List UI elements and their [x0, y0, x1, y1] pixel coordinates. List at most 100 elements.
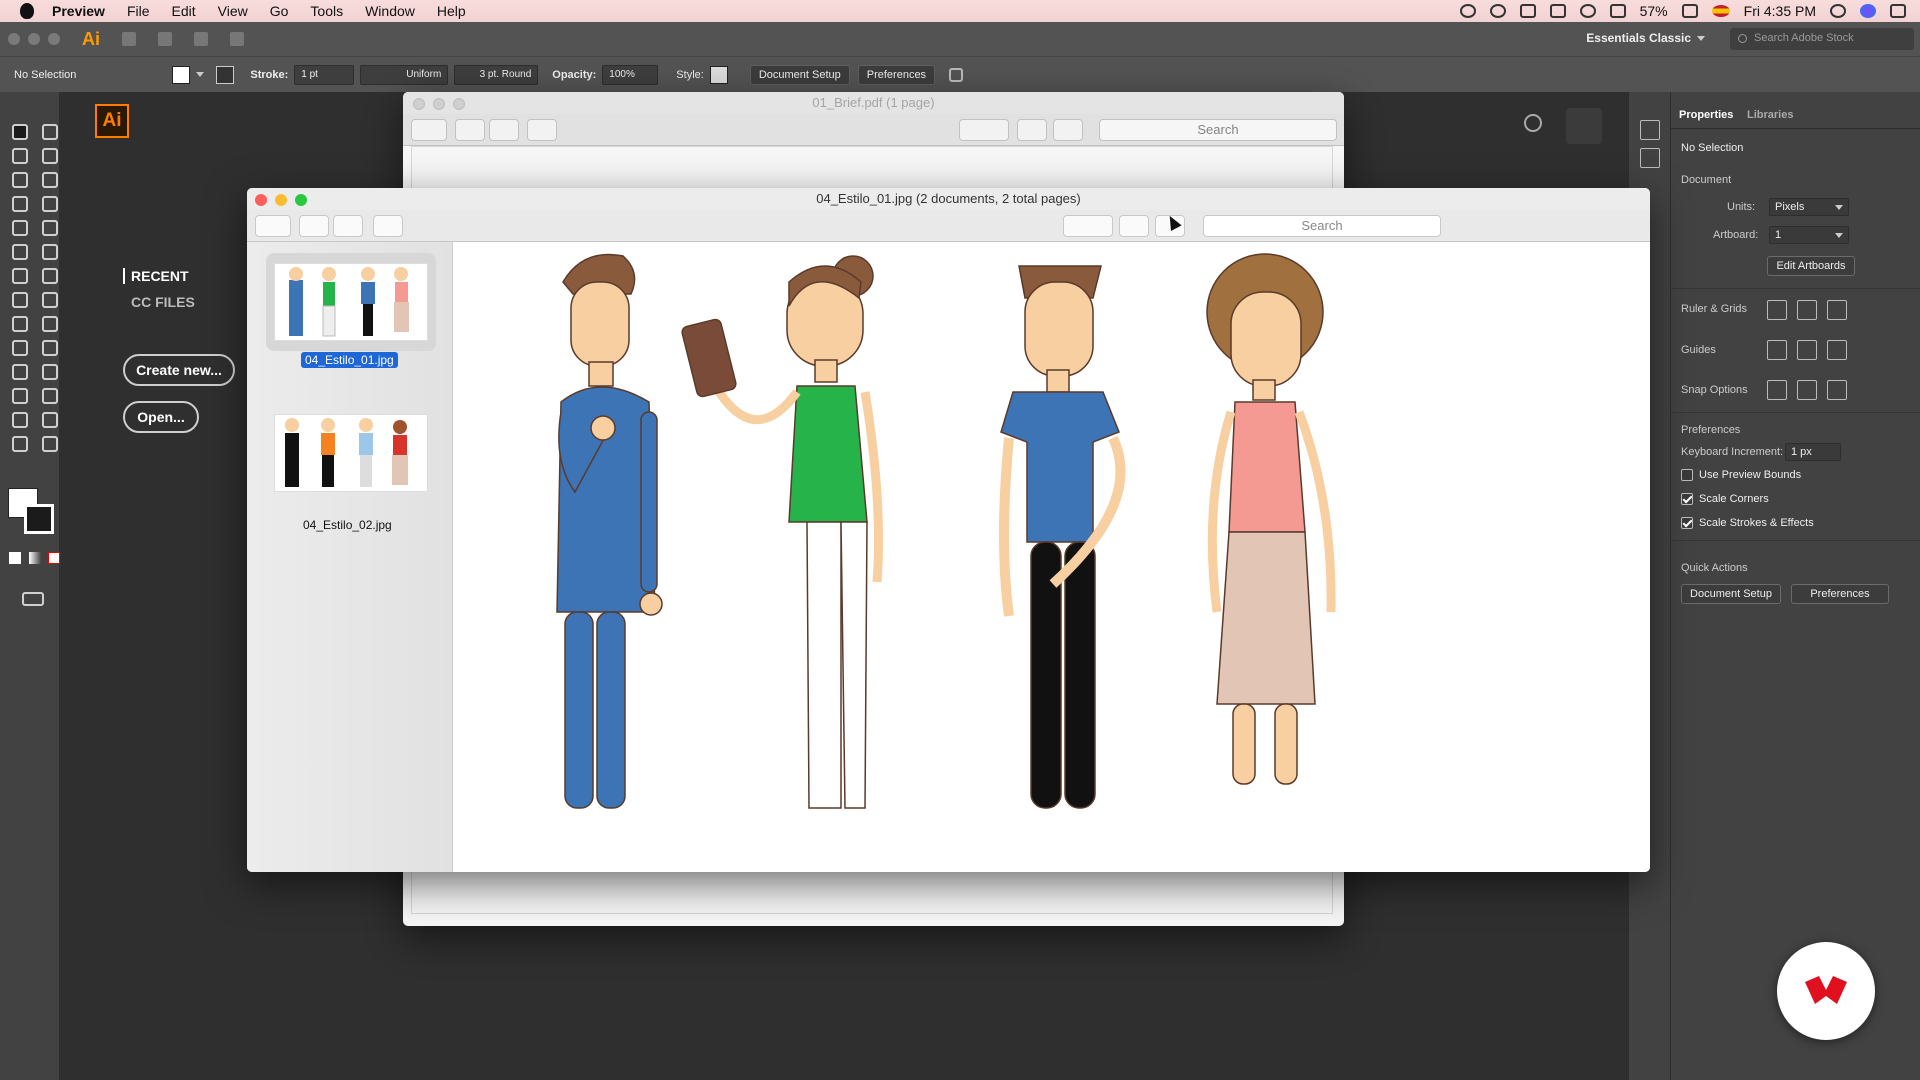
- preferences-button[interactable]: Preferences: [857, 64, 936, 85]
- gradient-tool-icon[interactable]: [42, 340, 58, 356]
- scale-strokes-effects-checkbox[interactable]: [1681, 517, 1693, 529]
- rulers-icon[interactable]: [1767, 300, 1787, 320]
- zoom-tool-icon[interactable]: [42, 436, 58, 452]
- markup-icon[interactable]: [1063, 215, 1113, 237]
- ai-zoom-button[interactable]: [48, 33, 60, 45]
- opacity-field[interactable]: 100%: [602, 64, 659, 85]
- zoom-button[interactable]: [295, 194, 307, 206]
- smart-guides-icon[interactable]: [1827, 340, 1847, 360]
- graphic-style-swatch[interactable]: [709, 65, 728, 84]
- tab-libraries[interactable]: Libraries: [1747, 109, 1793, 121]
- none-mode-icon[interactable]: [48, 552, 60, 564]
- close-button[interactable]: [255, 194, 267, 206]
- edit-artboards-button[interactable]: Edit Artboards: [1767, 256, 1855, 276]
- mesh-tool-icon[interactable]: [12, 340, 28, 356]
- recent-tab[interactable]: RECENT: [123, 268, 189, 284]
- direct-selection-tool-icon[interactable]: [42, 124, 58, 140]
- zoom-in-icon[interactable]: [333, 215, 363, 237]
- zoom-out-icon[interactable]: [455, 119, 485, 141]
- rotate-tool-icon[interactable]: [12, 268, 28, 284]
- menu-app-preview[interactable]: Preview: [52, 3, 105, 19]
- scale-tool-icon[interactable]: [42, 268, 58, 284]
- stroke-swatch[interactable]: [216, 65, 235, 84]
- cloud-icon[interactable]: [1519, 4, 1536, 18]
- menu-window[interactable]: Window: [365, 3, 415, 19]
- toolbox-icon[interactable]: [1053, 119, 1083, 141]
- puppet-warp-tool-icon[interactable]: [42, 292, 58, 308]
- zoom-out-icon[interactable]: [299, 215, 329, 237]
- units-select[interactable]: Pixels: [1769, 198, 1849, 216]
- ai-close-button[interactable]: [8, 33, 20, 45]
- snap-to-point-icon[interactable]: [1767, 380, 1787, 400]
- creative-cloud-icon[interactable]: [1489, 4, 1506, 18]
- thumbnail-estilo-02[interactable]: [274, 414, 428, 492]
- stock-icon[interactable]: [158, 32, 172, 46]
- bridge-icon[interactable]: [122, 32, 136, 46]
- battery-percent[interactable]: 57%: [1640, 3, 1668, 19]
- minimize-button[interactable]: [275, 194, 287, 206]
- selection-tool-icon[interactable]: [12, 124, 28, 140]
- brush-definition-select[interactable]: 3 pt. Round: [454, 64, 539, 85]
- use-preview-bounds-checkbox[interactable]: [1681, 469, 1693, 481]
- keyboard-increment-field[interactable]: 1 px: [1785, 443, 1841, 461]
- transparency-grid-icon[interactable]: [1827, 300, 1847, 320]
- artboard-select[interactable]: 1: [1769, 226, 1849, 244]
- menubar-clock[interactable]: Fri 4:35 PM: [1744, 3, 1816, 19]
- pen-tool-icon[interactable]: [12, 172, 28, 188]
- input-source-flag-icon[interactable]: [1711, 5, 1730, 17]
- search-field[interactable]: Search: [1203, 215, 1441, 237]
- snap-to-grid-icon[interactable]: [1827, 380, 1847, 400]
- user-avatar[interactable]: [1566, 108, 1602, 144]
- search-field[interactable]: Search: [1099, 119, 1337, 141]
- preview-window-estilo[interactable]: 04_Estilo_01.jpg (2 documents, 2 total p…: [247, 188, 1650, 872]
- align-icon[interactable]: [949, 67, 964, 82]
- lock-guides-icon[interactable]: [1797, 340, 1817, 360]
- snap-to-pixel-icon[interactable]: [1797, 380, 1817, 400]
- search-icon[interactable]: [1524, 114, 1542, 132]
- curvature-tool-icon[interactable]: [42, 172, 58, 188]
- magic-wand-tool-icon[interactable]: [12, 148, 28, 164]
- open-button[interactable]: Open...: [123, 401, 199, 433]
- share-icon[interactable]: [527, 119, 557, 141]
- paintbrush-tool-icon[interactable]: [42, 220, 58, 236]
- window-title-bar[interactable]: 04_Estilo_01.jpg (2 documents, 2 total p…: [247, 188, 1650, 210]
- menu-help[interactable]: Help: [437, 3, 466, 19]
- menu-tools[interactable]: Tools: [310, 3, 343, 19]
- workspace-switcher[interactable]: Essentials Classic: [1586, 31, 1705, 45]
- width-tool-icon[interactable]: [12, 292, 28, 308]
- menu-go[interactable]: Go: [270, 3, 289, 19]
- color-mode-icon[interactable]: [9, 552, 21, 564]
- perspective-grid-tool-icon[interactable]: [42, 316, 58, 332]
- quick-document-setup-button[interactable]: Document Setup: [1681, 584, 1781, 604]
- cc-files-tab[interactable]: CC FILES: [131, 294, 195, 310]
- arrange-documents-icon[interactable]: [194, 32, 208, 46]
- adobe-stock-search-input[interactable]: Search Adobe Stock: [1730, 28, 1914, 50]
- blend-tool-icon[interactable]: [42, 364, 58, 380]
- battery-icon[interactable]: [1681, 4, 1698, 18]
- variable-width-profile-select[interactable]: Uniform: [360, 64, 449, 85]
- color-panel-icon[interactable]: [1640, 120, 1660, 140]
- type-tool-icon[interactable]: [12, 196, 28, 212]
- screen-mode-icon[interactable]: [22, 592, 44, 606]
- volume-icon[interactable]: [1609, 4, 1626, 18]
- graph-tool-icon[interactable]: [42, 388, 58, 404]
- shaper-tool-icon[interactable]: [12, 244, 28, 260]
- eyedropper-tool-icon[interactable]: [12, 364, 28, 380]
- create-new-button[interactable]: Create new...: [123, 354, 235, 386]
- eraser-tool-icon[interactable]: [42, 244, 58, 260]
- apple-icon[interactable]: [20, 3, 34, 19]
- airplay-icon[interactable]: [1549, 4, 1566, 18]
- quick-preferences-button[interactable]: Preferences: [1791, 584, 1889, 604]
- close-button[interactable]: [413, 98, 425, 110]
- hand-tool-icon[interactable]: [12, 436, 28, 452]
- zoom-in-icon[interactable]: [489, 119, 519, 141]
- fill-swatch[interactable]: [172, 65, 191, 84]
- rotate-icon[interactable]: [1119, 215, 1149, 237]
- layers-panel-icon[interactable]: [1640, 148, 1660, 168]
- grid-icon[interactable]: [1797, 300, 1817, 320]
- menu-edit[interactable]: Edit: [172, 3, 196, 19]
- wifi-icon[interactable]: [1579, 4, 1596, 18]
- notification-center-icon[interactable]: [1890, 4, 1906, 18]
- rectangle-tool-icon[interactable]: [12, 220, 28, 236]
- minimize-button[interactable]: [433, 98, 445, 110]
